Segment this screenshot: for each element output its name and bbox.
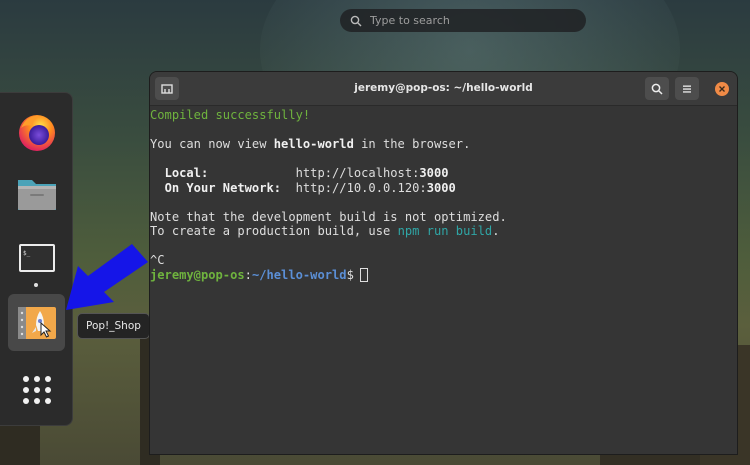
output-text: . xyxy=(492,224,500,238)
files-icon xyxy=(17,179,56,210)
terminal-output[interactable]: Compiled successfully! You can now view … xyxy=(150,106,737,282)
firefox-icon xyxy=(18,114,55,151)
close-icon xyxy=(719,86,725,92)
output-line: On Your Network: http://10.0.0.120:3000 xyxy=(150,181,737,196)
output-text: You can now view xyxy=(150,137,274,151)
terminal-window[interactable]: jeremy@pop-os: ~/hello-world Compiled su… xyxy=(150,72,737,454)
search-input[interactable] xyxy=(370,14,560,27)
local-url: http://localhost: xyxy=(295,166,420,180)
close-button[interactable] xyxy=(715,82,729,96)
terminal-cursor xyxy=(359,267,368,282)
prompt-separator: : xyxy=(244,267,252,282)
local-label: Local: xyxy=(164,166,209,180)
prompt-line[interactable]: jeremy@pop-os:~/hello-world$ xyxy=(150,267,737,283)
search-icon xyxy=(651,83,663,95)
output-line: You can now view hello-world in the brow… xyxy=(150,137,737,152)
search-icon xyxy=(350,15,362,26)
output-line: ^C xyxy=(150,253,165,267)
hamburger-menu-icon xyxy=(683,85,691,93)
app-grid-button[interactable] xyxy=(8,361,65,418)
search-button[interactable] xyxy=(645,77,669,100)
output-text: in the browser. xyxy=(353,137,471,151)
app-name: hello-world xyxy=(273,137,354,151)
build-command: npm run build xyxy=(397,224,493,238)
app-grid-icon xyxy=(22,375,51,404)
dock-item-terminal[interactable]: $_ xyxy=(8,231,65,288)
output-line: Local: http://localhost:3000 xyxy=(150,166,737,181)
dock-item-firefox[interactable] xyxy=(8,103,65,160)
output-line: Compiled successfully! xyxy=(150,108,311,122)
network-url: http://10.0.0.120: xyxy=(295,180,427,195)
output-line: To create a production build, use npm ru… xyxy=(150,224,737,239)
annotation-arrow-icon xyxy=(66,244,148,310)
network-label: On Your Network: xyxy=(164,180,282,195)
prompt-user: jeremy@pop-os xyxy=(150,267,245,282)
output-line: Note that the development build is not o… xyxy=(150,209,507,224)
terminal-titlebar[interactable]: jeremy@pop-os: ~/hello-world xyxy=(150,72,737,106)
mouse-pointer-icon xyxy=(40,322,52,338)
dock-item-pop-shop[interactable] xyxy=(8,294,65,351)
prompt-symbol: $ xyxy=(346,267,354,282)
svg-text:$_: $_ xyxy=(23,250,31,257)
network-port: 3000 xyxy=(426,180,456,195)
local-port: 3000 xyxy=(419,166,449,180)
running-indicator xyxy=(34,283,38,287)
activities-search[interactable] xyxy=(340,9,586,32)
dock-item-files[interactable] xyxy=(8,165,65,222)
menu-button[interactable] xyxy=(675,77,699,100)
prompt-path: ~/hello-world xyxy=(251,267,347,282)
terminal-icon: $_ xyxy=(18,243,55,272)
output-text: To create a production build, use xyxy=(150,224,398,238)
